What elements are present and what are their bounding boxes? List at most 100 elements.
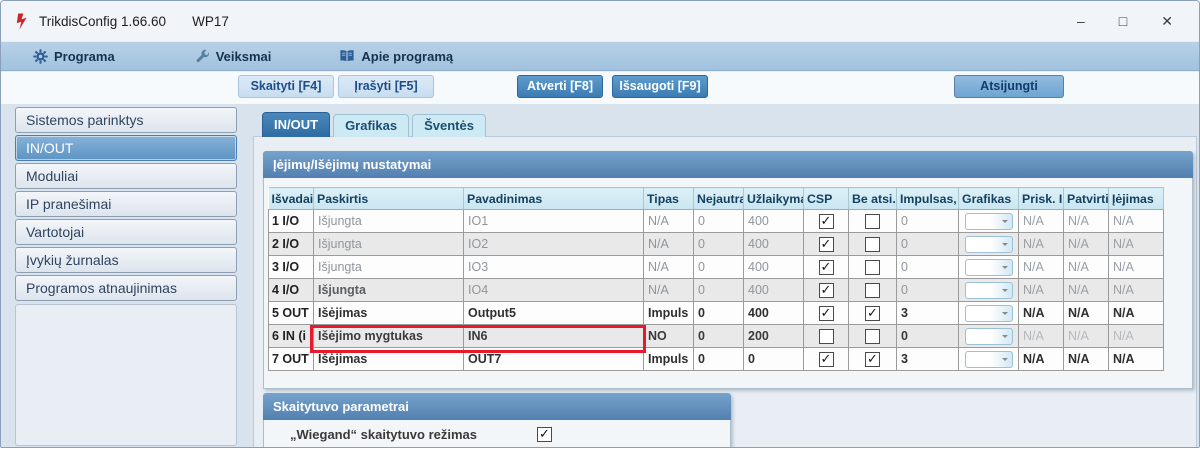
- pulse-cell-container[interactable]: 0: [897, 256, 959, 279]
- pulse-cell-container[interactable]: 3: [897, 302, 959, 325]
- no-ack-checkbox[interactable]: [865, 260, 880, 275]
- sensitivity-cell-container[interactable]: 0: [694, 233, 744, 256]
- grafikas-dropdown-container[interactable]: [959, 348, 1019, 371]
- csp-checkbox-container[interactable]: [804, 348, 849, 371]
- sidebar-item-programos-atnaujinimas[interactable]: Programos atnaujinimas: [15, 275, 237, 301]
- delay-cell-container[interactable]: 400: [744, 256, 804, 279]
- delay-cell-container[interactable]: 400: [744, 302, 804, 325]
- menu-item-veiksmai[interactable]: Veiksmai: [181, 42, 286, 70]
- no-ack-checkbox[interactable]: [865, 237, 880, 252]
- csp-checkbox-container[interactable]: [804, 279, 849, 302]
- name-cell-container[interactable]: Output5: [464, 302, 644, 325]
- grafikas-dropdown[interactable]: [965, 305, 1013, 322]
- grafikas-dropdown-container[interactable]: [959, 210, 1019, 233]
- csp-checkbox[interactable]: [819, 237, 834, 252]
- sidebar-item-ip-pranesimai[interactable]: IP pranešimai: [15, 191, 237, 217]
- grafikas-dropdown[interactable]: [965, 351, 1013, 368]
- csp-checkbox[interactable]: [819, 306, 834, 321]
- no-ack-checkbox[interactable]: [865, 352, 880, 367]
- csp-checkbox[interactable]: [819, 260, 834, 275]
- no-ack-checkbox-container[interactable]: [849, 210, 897, 233]
- disconnect-button[interactable]: Atsijungti: [954, 75, 1064, 98]
- purpose-cell-container[interactable]: Išėjimas: [314, 302, 464, 325]
- sensitivity-cell-container[interactable]: 0: [694, 256, 744, 279]
- name-cell-container[interactable]: OUT7: [464, 348, 644, 371]
- name-cell-container[interactable]: IO2: [464, 233, 644, 256]
- name-cell-container[interactable]: IN6: [464, 325, 644, 348]
- grafikas-dropdown[interactable]: [965, 236, 1013, 253]
- no-ack-checkbox-container[interactable]: [849, 302, 897, 325]
- no-ack-checkbox[interactable]: [865, 306, 880, 321]
- tab-sventes[interactable]: Šventės: [412, 114, 486, 137]
- save-button[interactable]: Išsaugoti [F9]: [612, 75, 708, 98]
- pulse-cell-container[interactable]: 0: [897, 279, 959, 302]
- grafikas-dropdown-container[interactable]: [959, 325, 1019, 348]
- grafikas-dropdown-container[interactable]: [959, 279, 1019, 302]
- grafikas-dropdown[interactable]: [965, 259, 1013, 276]
- name-cell-container[interactable]: IO4: [464, 279, 644, 302]
- csp-checkbox-container[interactable]: [804, 325, 849, 348]
- sidebar-item-ivykiu-zurnalas[interactable]: Įvykių žurnalas: [15, 247, 237, 273]
- delay-cell-container[interactable]: 400: [744, 279, 804, 302]
- csp-checkbox-container[interactable]: [804, 210, 849, 233]
- grafikas-dropdown[interactable]: [965, 213, 1013, 230]
- sensitivity-cell-container[interactable]: 0: [694, 325, 744, 348]
- wiegand-mode-checkbox[interactable]: [537, 427, 552, 442]
- menu-item-apie-programa[interactable]: Apie programą: [325, 42, 467, 70]
- no-ack-checkbox[interactable]: [865, 283, 880, 298]
- tab-grafikas[interactable]: Grafikas: [333, 114, 409, 137]
- sensitivity-cell-container[interactable]: 0: [694, 302, 744, 325]
- purpose-cell-container[interactable]: Išėjimo mygtukas: [314, 325, 464, 348]
- type-cell-container[interactable]: N/A: [644, 279, 694, 302]
- delay-cell-container[interactable]: 0: [744, 348, 804, 371]
- pulse-cell-container[interactable]: 0: [897, 210, 959, 233]
- grafikas-dropdown[interactable]: [965, 282, 1013, 299]
- pulse-cell-container[interactable]: 0: [897, 233, 959, 256]
- csp-checkbox[interactable]: [819, 352, 834, 367]
- no-ack-checkbox-container[interactable]: [849, 348, 897, 371]
- grafikas-dropdown[interactable]: [965, 328, 1013, 345]
- sensitivity-cell-container[interactable]: 0: [694, 279, 744, 302]
- open-button[interactable]: Atverti [F8]: [517, 75, 603, 98]
- delay-cell-container[interactable]: 200: [744, 325, 804, 348]
- maximize-button[interactable]: □: [1119, 14, 1127, 28]
- tab-in-out[interactable]: IN/OUT: [262, 112, 330, 137]
- no-ack-checkbox-container[interactable]: [849, 325, 897, 348]
- delay-cell-container[interactable]: 400: [744, 210, 804, 233]
- sidebar-item-in-out[interactable]: IN/OUT: [15, 135, 237, 161]
- sidebar-item-vartotojai[interactable]: Vartotojai: [15, 219, 237, 245]
- type-cell-container[interactable]: Impuls: [644, 348, 694, 371]
- no-ack-checkbox[interactable]: [865, 329, 880, 344]
- type-cell-container[interactable]: N/A: [644, 233, 694, 256]
- csp-checkbox-container[interactable]: [804, 256, 849, 279]
- type-cell-container[interactable]: N/A: [644, 210, 694, 233]
- no-ack-checkbox[interactable]: [865, 214, 880, 229]
- csp-checkbox[interactable]: [819, 214, 834, 229]
- purpose-cell-container[interactable]: Išėjimas: [314, 348, 464, 371]
- pulse-cell-container[interactable]: 3: [897, 348, 959, 371]
- grafikas-dropdown-container[interactable]: [959, 233, 1019, 256]
- name-cell-container[interactable]: IO1: [464, 210, 644, 233]
- sensitivity-cell-container[interactable]: 0: [694, 348, 744, 371]
- csp-checkbox[interactable]: [819, 283, 834, 298]
- write-button[interactable]: Įrašyti [F5]: [338, 75, 434, 98]
- csp-checkbox-container[interactable]: [804, 233, 849, 256]
- no-ack-checkbox-container[interactable]: [849, 233, 897, 256]
- minimize-button[interactable]: –: [1077, 14, 1085, 28]
- type-cell-container[interactable]: Impuls: [644, 302, 694, 325]
- grafikas-dropdown-container[interactable]: [959, 256, 1019, 279]
- grafikas-dropdown-container[interactable]: [959, 302, 1019, 325]
- type-cell-container[interactable]: NO: [644, 325, 694, 348]
- purpose-cell-container[interactable]: Išjungta: [314, 256, 464, 279]
- purpose-cell-container[interactable]: Išjungta: [314, 210, 464, 233]
- close-button[interactable]: ✕: [1161, 14, 1173, 28]
- csp-checkbox[interactable]: [819, 329, 834, 344]
- no-ack-checkbox-container[interactable]: [849, 279, 897, 302]
- pulse-cell-container[interactable]: 0: [897, 325, 959, 348]
- delay-cell-container[interactable]: 400: [744, 233, 804, 256]
- sidebar-item-sistemos-parinktys[interactable]: Sistemos parinktys: [15, 107, 237, 133]
- menu-item-programa[interactable]: Programa: [19, 42, 129, 70]
- purpose-cell-container[interactable]: Išjungta: [314, 233, 464, 256]
- no-ack-checkbox-container[interactable]: [849, 256, 897, 279]
- type-cell-container[interactable]: N/A: [644, 256, 694, 279]
